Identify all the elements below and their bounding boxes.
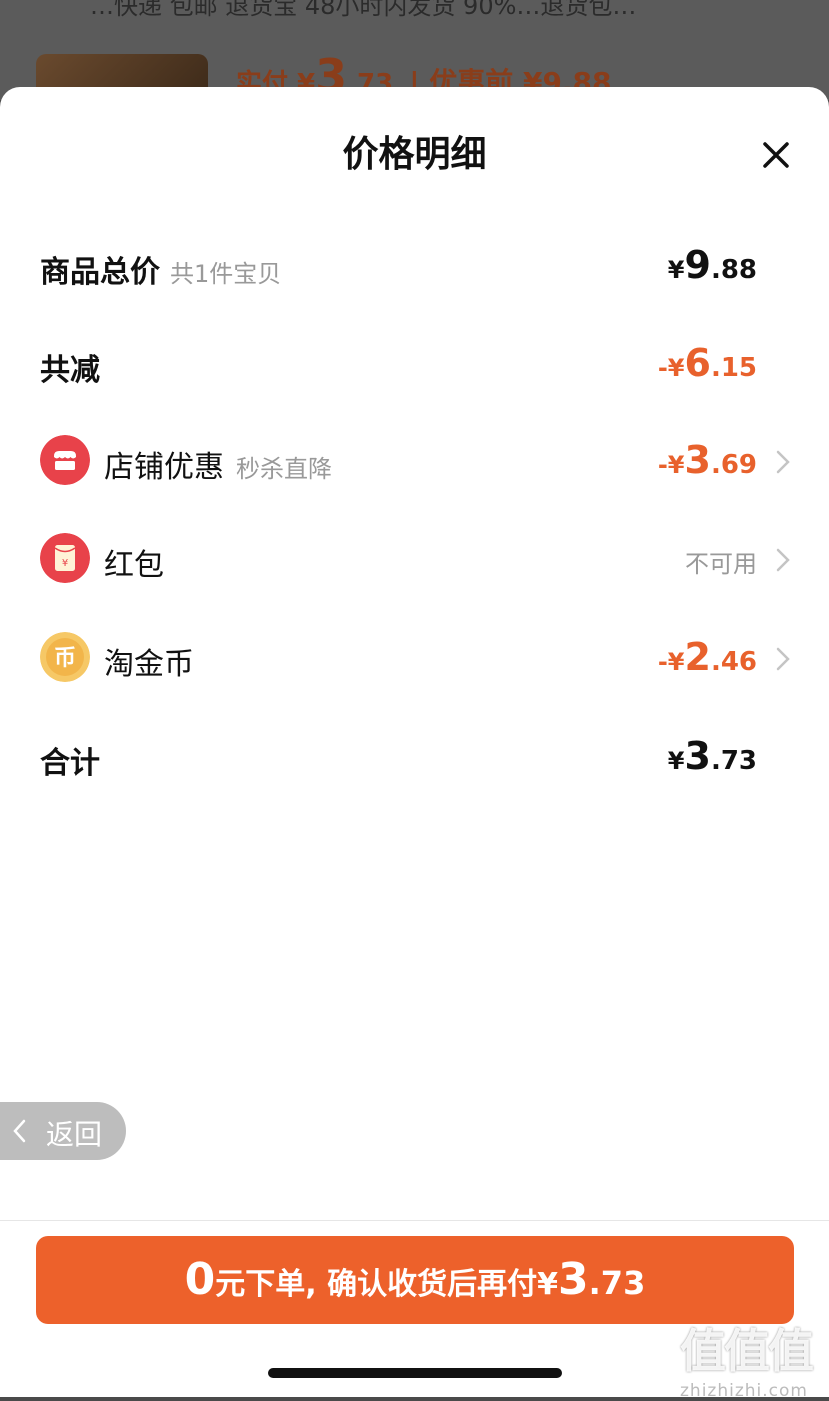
row-grand-total: 合计 ¥3.73 — [0, 728, 829, 788]
row-red-packet[interactable]: ¥ 红包 不可用 — [0, 530, 829, 590]
red-packet-icon: ¥ — [40, 533, 90, 583]
back-button[interactable]: 返回 — [0, 1102, 126, 1160]
row-label: 商品总价 共1件宝贝 — [40, 255, 282, 290]
sheet-title: 价格明细 — [342, 134, 487, 175]
row-shop-discount[interactable]: 店铺优惠 秒杀直降 -¥3.69 — [0, 432, 829, 492]
chevron-right-icon — [776, 548, 790, 572]
row-item-total: 商品总价 共1件宝贝 ¥9.88 — [0, 237, 829, 297]
chevron-right-icon — [776, 647, 790, 671]
back-button-label: 返回 — [46, 1118, 103, 1151]
divider — [0, 1220, 829, 1221]
row-taojinbi[interactable]: 币 淘金币 -¥2.46 — [0, 629, 829, 689]
red-packet-status: 不可用 — [685, 550, 757, 578]
order-button[interactable]: 0元下单, 确认收货后再付¥3.73 — [36, 1236, 794, 1324]
row-label: 红包 — [104, 548, 164, 583]
shop-discount-price: -¥3.69 — [657, 438, 757, 482]
background-page: …快递 包邮 退货宝 48小时内发货 90%…退货包… 实付 ¥3.73 | 优惠… — [0, 0, 829, 100]
svg-text:币: 币 — [54, 646, 76, 671]
chevron-left-icon — [13, 1119, 26, 1143]
price-detail-sheet: 价格明细 商品总价 共1件宝贝 ¥9.88 共减 -¥6.15 店铺优惠 秒杀直降 … — [0, 87, 829, 1401]
grand-total-price: ¥3.73 — [667, 734, 757, 778]
close-icon[interactable] — [760, 139, 792, 171]
watermark-logo: 值值值 zhizhizhi.com — [680, 1324, 814, 1401]
item-total-price: ¥9.88 — [667, 243, 757, 287]
discount-type: 秒杀直降 — [236, 455, 332, 483]
svg-text:¥: ¥ — [62, 558, 68, 569]
background-partial-text: …快递 包邮 退货宝 48小时内发货 90%…退货包… — [90, 0, 637, 20]
coin-icon: 币 — [40, 632, 90, 682]
chevron-right-icon — [776, 450, 790, 474]
row-total-reduction: 共减 -¥6.15 — [0, 335, 829, 395]
row-label: 共减 — [40, 353, 100, 388]
shop-icon — [40, 435, 90, 485]
total-reduction-price: -¥6.15 — [657, 341, 757, 385]
home-indicator[interactable] — [268, 1368, 562, 1378]
row-label: 淘金币 — [104, 647, 194, 682]
row-label: 店铺优惠 秒杀直降 — [104, 450, 332, 485]
coin-discount-price: -¥2.46 — [657, 635, 757, 679]
item-count: 共1件宝贝 — [170, 260, 282, 288]
row-label: 合计 — [40, 746, 100, 781]
